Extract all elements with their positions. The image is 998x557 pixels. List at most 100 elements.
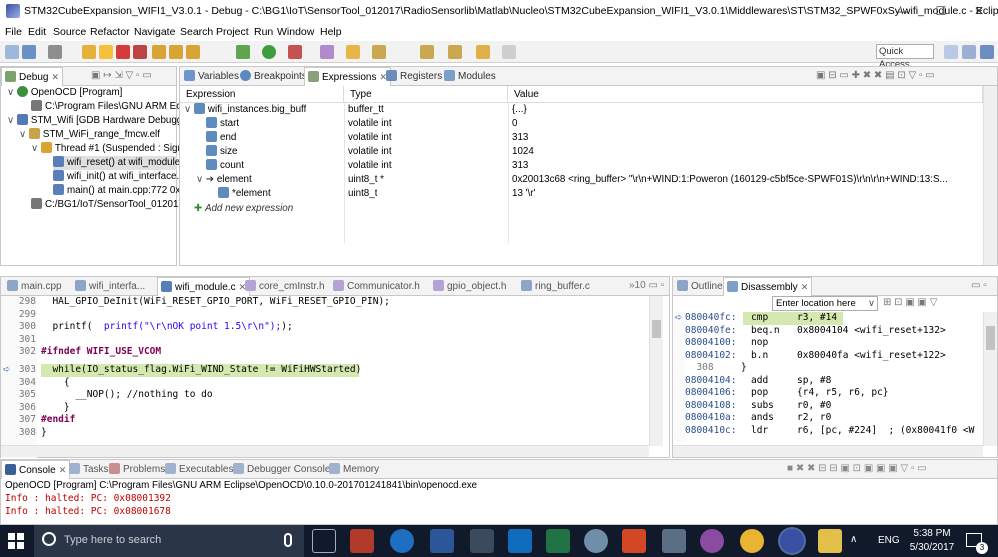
step-over-icon[interactable] [169, 45, 183, 59]
code-line[interactable]: } [41, 402, 70, 415]
run-icon[interactable] [262, 45, 276, 59]
chevron-up-icon[interactable]: ∧ [850, 534, 857, 545]
disasm-opcode[interactable]: beq.n [751, 325, 780, 338]
tab-executables[interactable]: Executables [165, 463, 233, 475]
expr-row[interactable]: *element [218, 187, 271, 201]
code-line[interactable]: __NOP(); //nothing to do [41, 389, 212, 402]
tab-outline[interactable]: Outline [677, 280, 723, 292]
expr-row[interactable]: end [206, 131, 236, 145]
word-icon[interactable] [430, 529, 454, 553]
tree-item-selected[interactable]: wifi_reset() at wifi_module [53, 156, 180, 170]
expr-row[interactable]: ∨ wifi_instances.big_buff [184, 103, 306, 117]
language-indicator[interactable]: ENG [878, 535, 900, 546]
close-icon[interactable]: ✕ [801, 282, 809, 292]
skip-breakpoints-icon[interactable] [82, 45, 96, 59]
location-input[interactable]: Enter location here ∨ [772, 296, 878, 311]
tab-expressions[interactable]: Expressions ✕ [304, 67, 392, 86]
taskbar-search[interactable]: Type here to search [34, 525, 304, 557]
tab-wifi-module[interactable]: wifi_module.c ✕ [157, 277, 251, 296]
powerpoint-icon[interactable] [622, 529, 646, 553]
filezilla-icon[interactable] [350, 529, 374, 553]
tab-gpio-object[interactable]: gpio_object.h [433, 280, 507, 292]
code-line-current[interactable]: while(IO_status_flag.WiFi_WIND_State != … [41, 364, 361, 377]
app-icon[interactable] [584, 529, 608, 553]
excel-icon[interactable] [546, 529, 570, 553]
build-icon[interactable] [48, 45, 62, 59]
store-icon[interactable] [470, 529, 494, 553]
code-line[interactable]: } [41, 427, 47, 440]
tab-console[interactable]: Console ✕ [1, 460, 71, 479]
chrome-icon[interactable] [740, 529, 764, 553]
code-line[interactable]: printf( printf("\r\nOK point 1.5\r\n");)… [41, 321, 292, 334]
chevron-down-icon[interactable]: ∨ [868, 297, 875, 310]
tree-item[interactable]: ∨ STM_WiFi_range_fmcw.elf [19, 128, 160, 142]
tree-item[interactable]: main() at main.cpp:772 0x [53, 184, 180, 198]
column-type[interactable]: Type [344, 86, 508, 103]
tab-registers[interactable]: Registers [386, 70, 442, 82]
annotation-icon[interactable] [372, 45, 386, 59]
tree-item[interactable]: ∨ STM_Wifi [GDB Hardware Debugg [7, 114, 182, 128]
tab-problems[interactable]: Problems [109, 463, 165, 475]
code-line[interactable]: #endif [41, 414, 75, 427]
debug-perspective-icon[interactable] [980, 45, 994, 59]
save-icon[interactable] [22, 45, 36, 59]
tab-wifi-interface[interactable]: wifi_interfa... [75, 280, 145, 292]
menu-navigate[interactable]: Navigate [134, 26, 175, 38]
horizontal-scrollbar[interactable] [673, 445, 983, 457]
tab-memory[interactable]: Memory [329, 463, 379, 475]
app-icon[interactable] [700, 529, 724, 553]
edge-icon[interactable] [390, 529, 414, 553]
add-new-expression[interactable]: ✚ Add new expression [194, 202, 293, 216]
tree-item[interactable]: ∨ OpenOCD [Program] [7, 86, 122, 100]
tab-communicator[interactable]: Communicator.h [333, 280, 420, 292]
disasm-view-menu[interactable]: ▭ ▫ [971, 280, 987, 291]
outlook-icon[interactable] [508, 529, 532, 553]
vertical-scrollbar[interactable] [983, 312, 997, 446]
tab-modules[interactable]: Modules [444, 70, 496, 82]
scroll-thumb[interactable] [986, 326, 995, 350]
tab-ring-buffer[interactable]: ring_buffer.c [521, 280, 590, 292]
disasm-opcode[interactable]: nop [751, 337, 768, 350]
tab-disassembly[interactable]: Disassembly ✕ [723, 277, 813, 296]
next-annotation-icon[interactable] [420, 45, 434, 59]
minimize-button[interactable]: — [884, 0, 922, 22]
open-folder-icon[interactable] [346, 45, 360, 59]
tab-debugger-console[interactable]: Debugger Console [233, 463, 330, 475]
menu-edit[interactable]: Edit [28, 26, 46, 38]
step-into-icon[interactable] [152, 45, 166, 59]
maximize-button[interactable]: ☐ [922, 0, 960, 22]
disasm-opcode[interactable]: pop [751, 387, 768, 400]
expressions-toolbar[interactable]: ▣ ⊟ ▭ ✚ ✖ ✖ ▤ ⊡ ▽ ▫ ▭ [816, 70, 935, 81]
clock-date[interactable]: 5/30/2017 [904, 542, 960, 553]
open-type-icon[interactable] [320, 45, 334, 59]
tab-debug[interactable]: Debug ✕ [1, 67, 64, 86]
close-icon[interactable]: ✕ [51, 72, 59, 82]
code-line[interactable]: HAL_GPIO_DeInit(WiFi_RESET_GPIO_PORT, Wi… [41, 296, 389, 309]
app-icon[interactable] [662, 529, 686, 553]
column-value[interactable]: Value [508, 86, 983, 103]
tab-tasks[interactable]: Tasks [69, 463, 109, 475]
task-view-icon[interactable] [312, 529, 336, 553]
tree-item[interactable]: wifi_init() at wifi_interface. [53, 170, 179, 184]
microphone-icon[interactable] [284, 533, 292, 547]
disconnect-icon[interactable] [133, 45, 147, 59]
menu-refactor[interactable]: Refactor [90, 26, 130, 38]
menu-window[interactable]: Window [277, 26, 314, 38]
console-toolbar[interactable]: ■ ✖ ✖ ⊟ ⊟ ▣ ⊡ ▣ ▣ ▣ ▽ ▫ ▭ [787, 463, 927, 474]
eclipse-taskbar-icon[interactable] [780, 529, 804, 553]
menu-search[interactable]: Search [180, 26, 213, 38]
scrollbar[interactable] [983, 86, 997, 265]
menu-project[interactable]: Project [216, 26, 249, 38]
code-line[interactable]: { [41, 377, 70, 390]
terminate-icon[interactable] [116, 45, 130, 59]
column-expression[interactable]: Expression [180, 86, 344, 103]
new-icon[interactable] [5, 45, 19, 59]
suspend-icon[interactable] [99, 45, 113, 59]
disasm-opcode[interactable]: add [751, 375, 768, 388]
close-button[interactable]: ✕ [960, 0, 998, 22]
menu-file[interactable]: File [5, 26, 22, 38]
tab-core-cminstr[interactable]: core_cmInstr.h [245, 280, 325, 292]
clock-time[interactable]: 5:38 PM [912, 528, 952, 539]
tab-main-cpp[interactable]: main.cpp [7, 280, 62, 292]
scroll-thumb[interactable] [652, 320, 661, 338]
